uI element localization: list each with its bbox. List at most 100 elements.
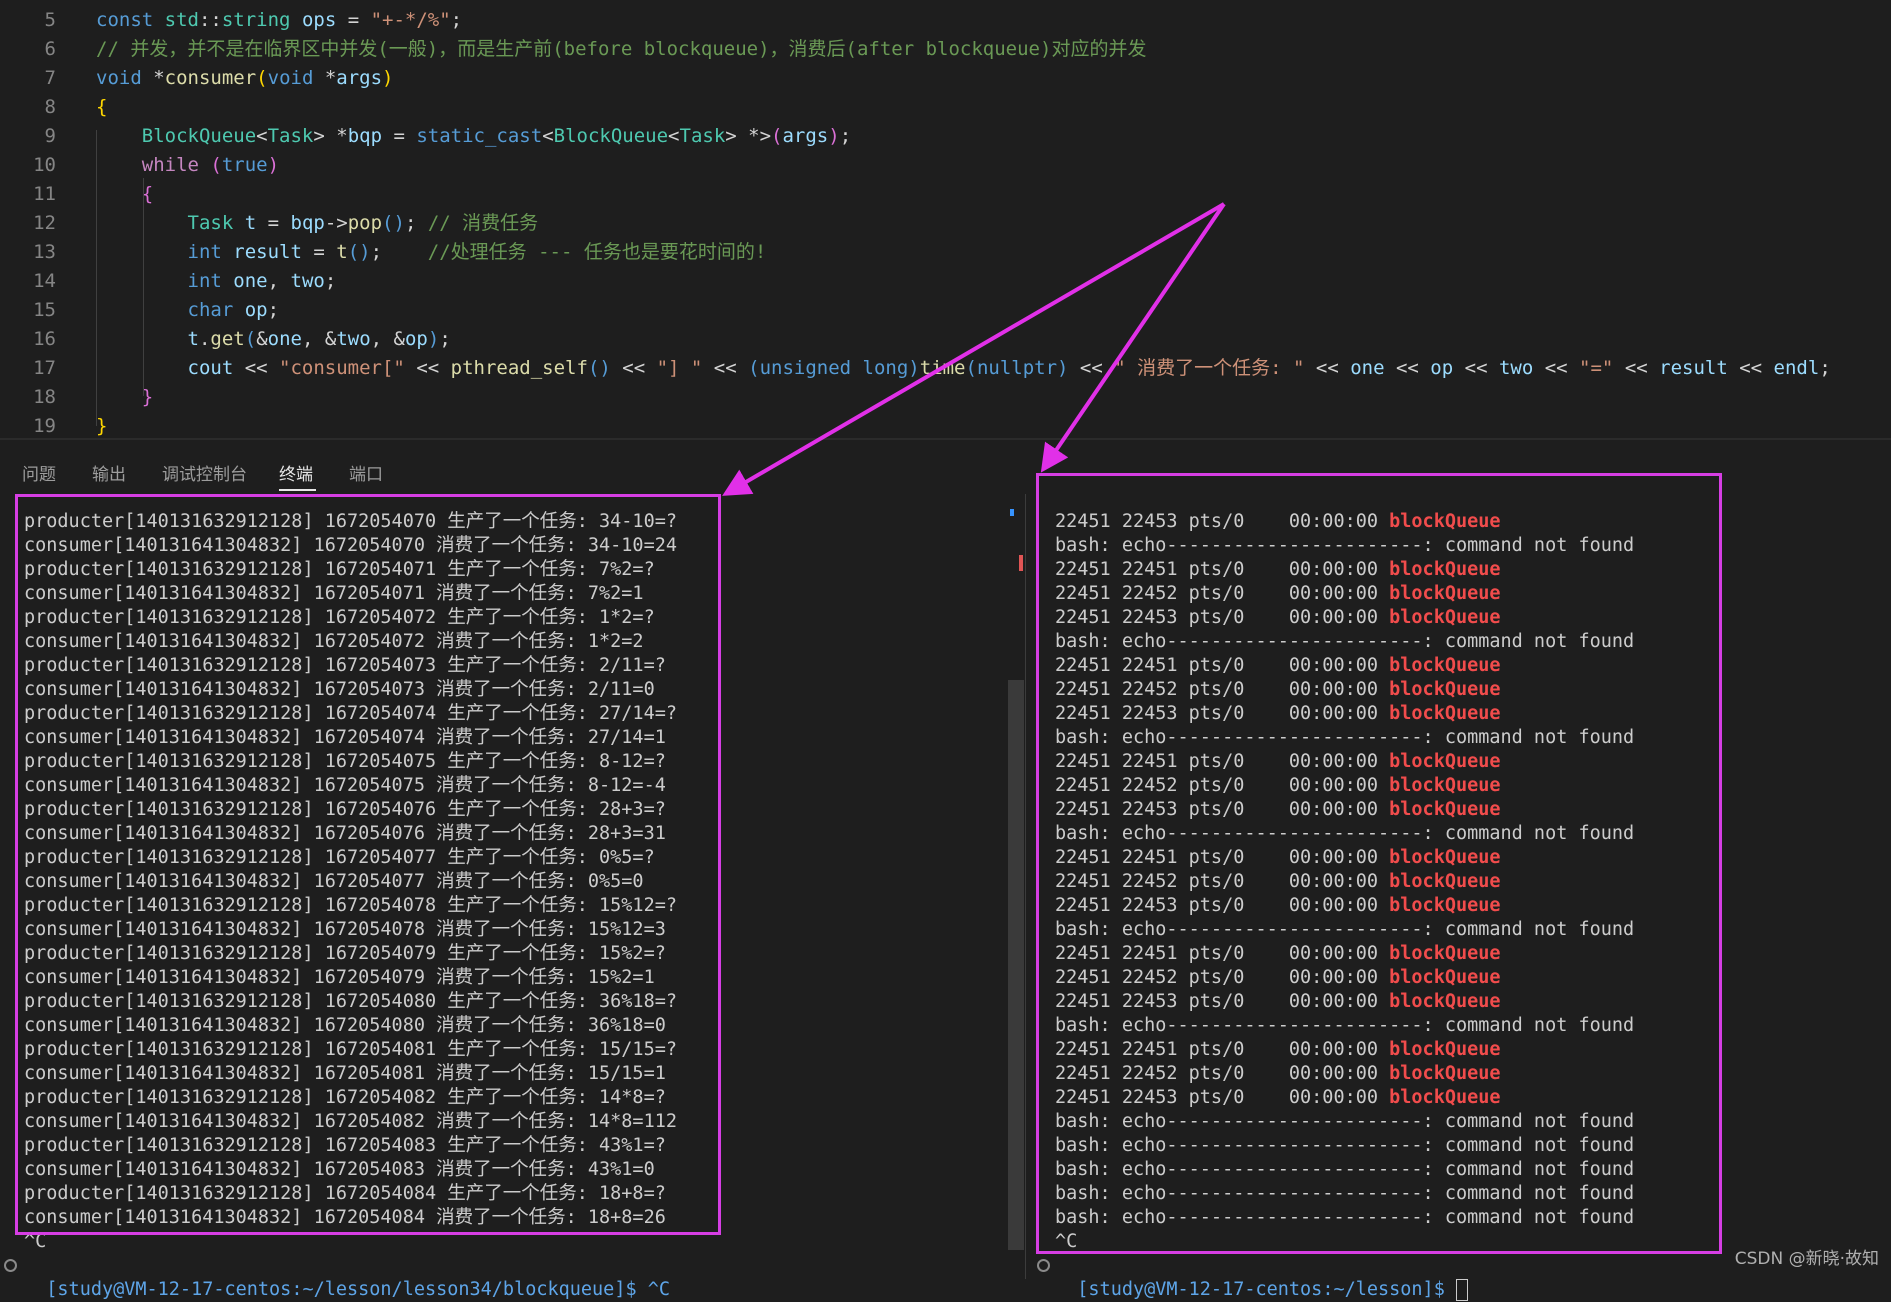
code-token: t	[336, 241, 348, 263]
terminal-scrollbar[interactable]	[1008, 680, 1024, 1250]
code-token: args	[782, 125, 829, 147]
code-line[interactable]: 11 {	[0, 180, 1891, 209]
code-text: char op;	[96, 296, 280, 325]
terminal-split-divider[interactable]	[1025, 494, 1026, 1279]
code-token: )	[382, 67, 394, 89]
code-token: const	[96, 9, 165, 31]
line-number: 5	[44, 9, 56, 31]
code-token: =	[336, 9, 371, 31]
code-token: ops	[301, 9, 337, 31]
code-token: nullptr	[976, 357, 1058, 379]
code-text: {	[96, 93, 107, 122]
code-token: string	[221, 9, 302, 31]
highlight-box-right	[1036, 473, 1722, 1254]
code-line[interactable]: 17 cout << "consumer[" << pthread_self()…	[0, 354, 1891, 383]
code-token: two	[1498, 357, 1534, 379]
code-editor[interactable]: 5 const std::string ops = "+-*/%"; 6// 并发，…	[0, 0, 1891, 438]
code-token: "consumer["	[279, 357, 405, 379]
code-line[interactable]: 19}	[0, 412, 1891, 438]
code-text: while (true)	[96, 151, 279, 180]
line-number: 10	[33, 154, 56, 176]
code-token: std	[164, 9, 199, 31]
code-token: char	[187, 299, 245, 321]
line-number: 19	[33, 415, 56, 437]
code-line[interactable]: 13 int result = t(); //处理任务 --- 任务也是要花时间…	[0, 238, 1891, 267]
code-line[interactable]: 10 while (true)	[0, 151, 1891, 180]
code-token: bqp	[347, 125, 383, 147]
code-token: result	[233, 241, 302, 263]
code-token: one	[1350, 357, 1385, 379]
code-token: op	[1430, 357, 1454, 379]
code-text: }	[96, 383, 153, 412]
line-number: 15	[33, 299, 56, 321]
code-token: BlockQueue	[553, 125, 669, 147]
panel-tab[interactable]: 终端	[279, 460, 313, 485]
panel-tab[interactable]: 端口	[349, 460, 383, 485]
code-token: ()	[587, 357, 611, 379]
code-text: {	[96, 180, 153, 209]
code-token: *	[153, 67, 165, 89]
code-token: , &	[301, 328, 337, 350]
scroll-marker	[1010, 509, 1014, 516]
terminal-left-prompt[interactable]: [study@VM-12-17-centos:~/lesson/lesson34…	[24, 1254, 670, 1302]
terminal-right-prompt[interactable]: [study@VM-12-17-centos:~/lesson]$	[1055, 1254, 1468, 1302]
code-token: result	[1659, 357, 1728, 379]
code-token: (	[965, 357, 977, 379]
code-line[interactable]: 7 void *consumer(void *args)	[0, 64, 1891, 93]
code-line[interactable]: 5 const std::string ops = "+-*/%";	[0, 6, 1891, 35]
code-token: <<	[1384, 357, 1431, 379]
cursor-block	[1455, 1279, 1468, 1301]
code-line[interactable]: 16 t.get(&one, &two, &op);	[0, 325, 1891, 354]
code-token: ;	[324, 270, 337, 292]
code-token: <<	[702, 357, 749, 379]
code-line[interactable]: 15 char op;	[0, 296, 1891, 325]
code-token: "="	[1579, 357, 1614, 379]
code-token: &	[256, 328, 268, 350]
code-token: }	[96, 415, 108, 437]
code-text: cout << "consumer[" << pthread_self() <<…	[96, 354, 1831, 383]
code-token: while	[141, 154, 211, 176]
code-token: " 消费了一个任务: "	[1114, 357, 1305, 379]
code-token: =	[382, 125, 417, 147]
code-token: <<	[233, 357, 280, 379]
code-line[interactable]: 18 }	[0, 383, 1891, 412]
code-text: int result = t(); //处理任务 --- 任务也是要花时间的!	[96, 238, 767, 267]
code-line[interactable]: 12 Task t = bqp->pop(); // 消费任务	[0, 209, 1891, 238]
code-token: "] "	[656, 357, 703, 379]
code-token: pop	[347, 212, 383, 234]
panel-tab[interactable]: 输出	[92, 460, 126, 485]
line-number: 14	[33, 270, 56, 292]
code-token: endl	[1773, 357, 1820, 379]
code-token: ::	[198, 9, 222, 31]
code-token: Task	[187, 212, 245, 234]
panel-tab[interactable]: 问题	[22, 460, 56, 485]
code-token: =	[256, 212, 291, 234]
code-token: .	[198, 328, 211, 350]
code-line[interactable]: 14 int one, two;	[0, 267, 1891, 296]
code-token: int	[187, 270, 234, 292]
code-text: }	[96, 412, 107, 438]
panel-tab[interactable]: 调试控制台	[162, 460, 247, 485]
code-token: > *	[313, 125, 348, 147]
line-number: 8	[44, 96, 56, 118]
code-token: <<	[1533, 357, 1580, 379]
active-tab-indicator	[279, 489, 316, 491]
line-number: 11	[33, 183, 56, 205]
code-token: time	[919, 357, 966, 379]
code-line[interactable]: 8{	[0, 93, 1891, 122]
code-token: two	[290, 270, 325, 292]
code-line[interactable]: 9 BlockQueue<Task> *bqp = static_cast<Bl…	[0, 122, 1891, 151]
code-token: get	[210, 328, 245, 350]
code-line[interactable]: 6 // 并发，并不是在临界区中并发(一般)，而是生产前(before block…	[0, 35, 1891, 64]
code-text: Task t = bqp->pop(); // 消费任务	[96, 209, 539, 238]
code-token: t	[187, 328, 199, 350]
code-token: ,	[267, 270, 291, 292]
code-token: <	[668, 125, 680, 147]
